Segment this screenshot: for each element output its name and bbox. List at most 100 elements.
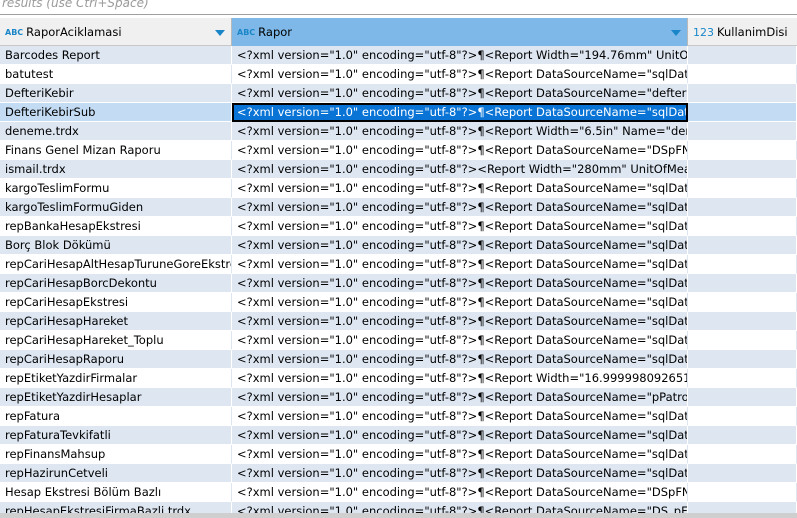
cell-kullanimdisi[interactable] — [688, 217, 797, 236]
table-row[interactable]: repHazirunCetveli <?xml version="1.0" enc… — [0, 464, 797, 483]
cell-raporaciklamasi[interactable]: DefteriKebir — [0, 84, 232, 103]
cell-rapor[interactable]: <?xml version="1.0" encoding="utf-8"?>¶<… — [232, 274, 688, 293]
table-row[interactable]: batutest <?xml version="1.0" encoding="ut… — [0, 65, 797, 84]
cell-rapor[interactable]: <?xml version="1.0" encoding="utf-8"?>¶<… — [232, 198, 688, 217]
cell-raporaciklamasi[interactable]: kargoTeslimFormu — [0, 179, 232, 198]
cell-rapor[interactable]: <?xml version="1.0" encoding="utf-8"?>¶<… — [232, 388, 688, 407]
table-row[interactable]: repCariHesapEkstresi <?xml version="1.0" … — [0, 293, 797, 312]
cell-raporaciklamasi[interactable]: repBankaHesapEkstresi — [0, 217, 232, 236]
cell-rapor[interactable]: <?xml version="1.0" encoding="utf-8"?>¶<… — [232, 445, 688, 464]
cell-kullanimdisi[interactable] — [688, 103, 797, 122]
horizontal-scrollbar[interactable] — [0, 513, 797, 518]
cell-kullanimdisi[interactable] — [688, 464, 797, 483]
cell-rapor[interactable]: <?xml version="1.0" encoding="utf-8"?>¶<… — [232, 312, 688, 331]
table-row[interactable]: repCariHesapHareket <?xml version="1.0" e… — [0, 312, 797, 331]
table-row[interactable]: ismail.trdx <?xml version="1.0" encoding=… — [0, 160, 797, 179]
cell-rapor[interactable]: <?xml version="1.0" encoding="utf-8"?>¶<… — [232, 84, 688, 103]
cell-rapor[interactable]: <?xml version="1.0" encoding="utf-8"?>¶<… — [232, 464, 688, 483]
cell-kullanimdisi[interactable] — [688, 388, 797, 407]
cell-raporaciklamasi[interactable]: DefteriKebirSub — [0, 103, 232, 122]
cell-rapor[interactable]: <?xml version="1.0" encoding="utf-8"?>¶<… — [232, 46, 688, 65]
cell-kullanimdisi[interactable] — [688, 46, 797, 65]
column-header-rapor[interactable]: ABC Rapor — [232, 18, 688, 46]
cell-kullanimdisi[interactable] — [688, 331, 797, 350]
cell-raporaciklamasi[interactable]: repEtiketYazdirFirmalar — [0, 369, 232, 388]
cell-kullanimdisi[interactable] — [688, 236, 797, 255]
cell-kullanimdisi[interactable] — [688, 407, 797, 426]
cell-rapor[interactable]: <?xml version="1.0" encoding="utf-8"?>¶<… — [232, 483, 688, 502]
filter-dropdown-icon[interactable] — [671, 30, 681, 36]
cell-rapor[interactable]: <?xml version="1.0" encoding="utf-8"?>¶<… — [232, 331, 688, 350]
cell-rapor[interactable]: <?xml version="1.0" encoding="utf-8"?>¶<… — [232, 350, 688, 369]
column-header-kullanimdisi[interactable]: 123 KullanimDisi — [688, 18, 797, 46]
table-row[interactable]: Barcodes Report <?xml version="1.0" encod… — [0, 46, 797, 65]
table-row[interactable]: repHesapEkstresiFirmaBazli.trdx <?xml ver… — [0, 502, 797, 513]
cell-rapor[interactable]: <?xml version="1.0" encoding="utf-8"?>¶<… — [232, 179, 688, 198]
cell-raporaciklamasi[interactable]: repCariHesapEkstresi — [0, 293, 232, 312]
cell-raporaciklamasi[interactable]: repFatura — [0, 407, 232, 426]
cell-kullanimdisi[interactable] — [688, 65, 797, 84]
cell-kullanimdisi[interactable] — [688, 160, 797, 179]
table-row[interactable]: Hesap Ekstresi Bölüm Bazlı <?xml version=… — [0, 483, 797, 502]
cell-kullanimdisi[interactable] — [688, 483, 797, 502]
cell-kullanimdisi[interactable] — [688, 426, 797, 445]
table-row[interactable]: repBankaHesapEkstresi <?xml version="1.0"… — [0, 217, 797, 236]
table-row[interactable]: DefteriKebir <?xml version="1.0" encoding… — [0, 84, 797, 103]
table-row[interactable]: repFatura <?xml version="1.0" encoding="u… — [0, 407, 797, 426]
cell-rapor[interactable]: <?xml version="1.0" encoding="utf-8"?>¶<… — [232, 65, 688, 84]
cell-rapor[interactable]: <?xml version="1.0" encoding="utf-8"?>¶<… — [232, 369, 688, 388]
cell-kullanimdisi[interactable] — [688, 502, 797, 513]
cell-raporaciklamasi[interactable]: repEtiketYazdirHesaplar — [0, 388, 232, 407]
table-row[interactable]: repCariHesapHareket_Toplu <?xml version="… — [0, 331, 797, 350]
cell-raporaciklamasi[interactable]: repFinansMahsup — [0, 445, 232, 464]
table-row[interactable]: kargoTeslimFormu <?xml version="1.0" enco… — [0, 179, 797, 198]
cell-kullanimdisi[interactable] — [688, 122, 797, 141]
cell-kullanimdisi[interactable] — [688, 350, 797, 369]
filter-input[interactable]: results (use Ctrl+Space) — [0, 0, 797, 15]
cell-raporaciklamasi[interactable]: repCariHesapAltHesapTuruneGoreEkstresi — [0, 255, 232, 274]
cell-rapor[interactable]: <?xml version="1.0" encoding="utf-8"?>¶<… — [232, 426, 688, 445]
table-row[interactable]: repFinansMahsup <?xml version="1.0" encod… — [0, 445, 797, 464]
filter-dropdown-icon[interactable] — [215, 30, 225, 36]
cell-raporaciklamasi[interactable]: repCariHesapRaporu — [0, 350, 232, 369]
table-row[interactable]: deneme.trdx <?xml version="1.0" encoding=… — [0, 122, 797, 141]
column-header-raporaciklamasi[interactable]: ABC RaporAciklamasi — [0, 18, 232, 46]
cell-raporaciklamasi[interactable]: Barcodes Report — [0, 46, 232, 65]
cell-raporaciklamasi[interactable]: kargoTeslimFormuGiden — [0, 198, 232, 217]
cell-rapor[interactable]: <?xml version="1.0" encoding="utf-8"?>¶<… — [232, 103, 688, 122]
cell-rapor[interactable]: <?xml version="1.0" encoding="utf-8"?>¶<… — [232, 502, 688, 513]
cell-raporaciklamasi[interactable]: repCariHesapHareket_Toplu — [0, 331, 232, 350]
cell-kullanimdisi[interactable] — [688, 445, 797, 464]
cell-rapor[interactable]: <?xml version="1.0" encoding="utf-8"?>¶<… — [232, 255, 688, 274]
table-row[interactable]: repEtiketYazdirFirmalar <?xml version="1.… — [0, 369, 797, 388]
cell-kullanimdisi[interactable] — [688, 369, 797, 388]
cell-raporaciklamasi[interactable]: deneme.trdx — [0, 122, 232, 141]
cell-rapor[interactable]: <?xml version="1.0" encoding="utf-8"?>¶<… — [232, 122, 688, 141]
cell-raporaciklamasi[interactable]: Borç Blok Dökümü — [0, 236, 232, 255]
table-row[interactable]: repFaturaTevkifatli <?xml version="1.0" e… — [0, 426, 797, 445]
table-row[interactable]: Borç Blok Dökümü <?xml version="1.0" enco… — [0, 236, 797, 255]
cell-raporaciklamasi[interactable]: Hesap Ekstresi Bölüm Bazlı — [0, 483, 232, 502]
cell-rapor[interactable]: <?xml version="1.0" encoding="utf-8"?>¶<… — [232, 293, 688, 312]
cell-rapor[interactable]: <?xml version="1.0" encoding="utf-8"?>¶<… — [232, 407, 688, 426]
cell-raporaciklamasi[interactable]: repCariHesapHareket — [0, 312, 232, 331]
cell-kullanimdisi[interactable] — [688, 179, 797, 198]
cell-raporaciklamasi[interactable]: ismail.trdx — [0, 160, 232, 179]
cell-kullanimdisi[interactable] — [688, 141, 797, 160]
cell-kullanimdisi[interactable] — [688, 293, 797, 312]
cell-raporaciklamasi[interactable]: repCariHesapBorcDekontu — [0, 274, 232, 293]
table-row[interactable]: repCariHesapBorcDekontu <?xml version="1.… — [0, 274, 797, 293]
table-row[interactable]: repEtiketYazdirHesaplar <?xml version="1.… — [0, 388, 797, 407]
cell-raporaciklamasi[interactable]: Finans Genel Mizan Raporu — [0, 141, 232, 160]
cell-kullanimdisi[interactable] — [688, 84, 797, 103]
cell-raporaciklamasi[interactable]: repHesapEkstresiFirmaBazli.trdx — [0, 502, 232, 513]
cell-kullanimdisi[interactable] — [688, 274, 797, 293]
cell-rapor[interactable]: <?xml version="1.0" encoding="utf-8"?><R… — [232, 160, 688, 179]
cell-kullanimdisi[interactable] — [688, 198, 797, 217]
cell-raporaciklamasi[interactable]: batutest — [0, 65, 232, 84]
cell-kullanimdisi[interactable] — [688, 312, 797, 331]
cell-rapor[interactable]: <?xml version="1.0" encoding="utf-8"?>¶<… — [232, 217, 688, 236]
cell-raporaciklamasi[interactable]: repHazirunCetveli — [0, 464, 232, 483]
table-row[interactable]: repCariHesapAltHesapTuruneGoreEkstresi <?… — [0, 255, 797, 274]
table-row[interactable]: repCariHesapRaporu <?xml version="1.0" en… — [0, 350, 797, 369]
